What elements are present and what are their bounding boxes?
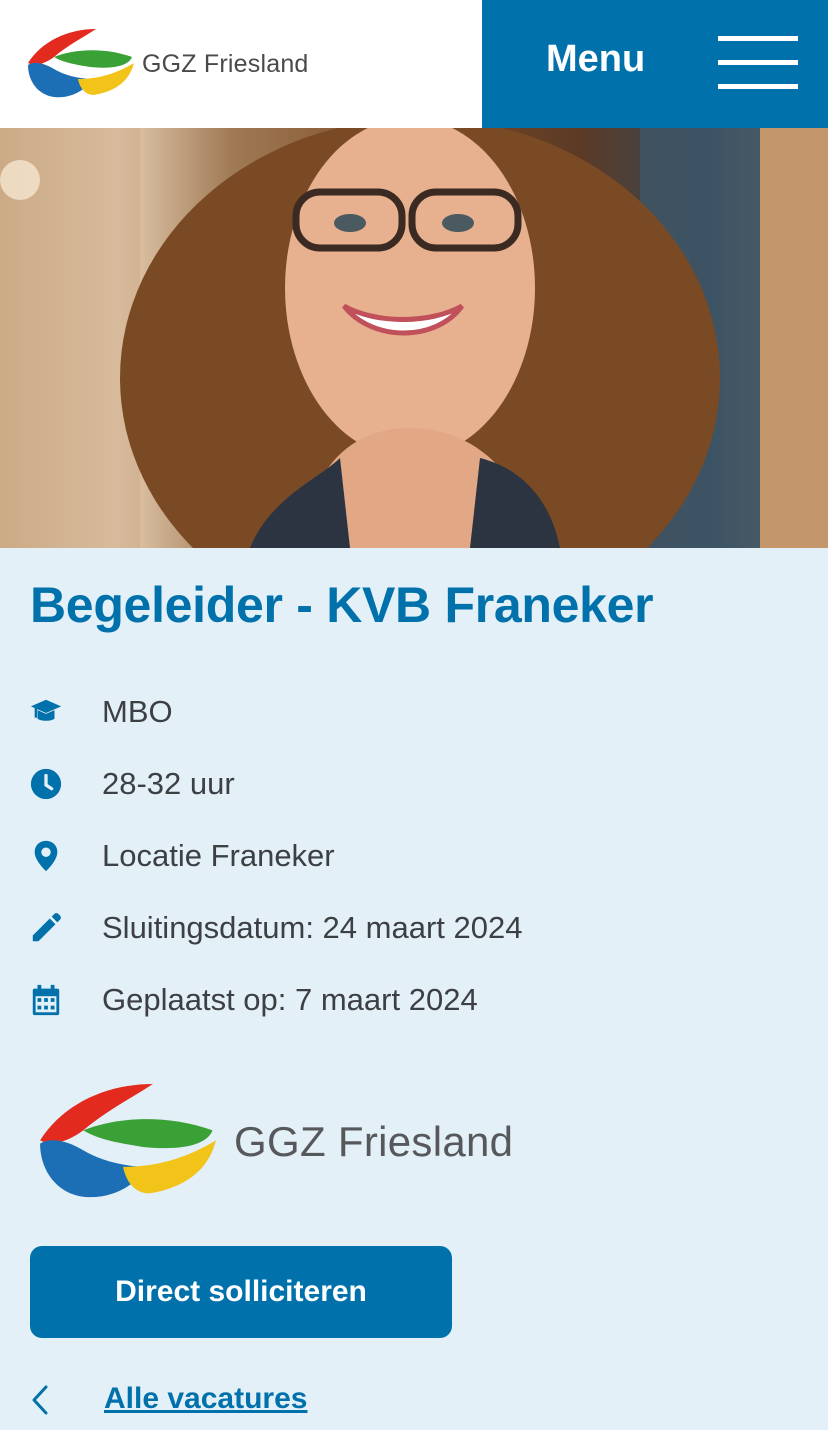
menu-button[interactable]: Menu <box>482 0 828 128</box>
job-title: Begeleider - KVB Franeker <box>30 577 654 633</box>
apply-button[interactable]: Direct solliciteren <box>30 1246 452 1338</box>
detail-hours-text: 28-32 uur <box>102 766 235 801</box>
detail-closing-date: Sluitingsdatum: 24 maart 2024 <box>28 908 522 948</box>
company-logo-text: GGZ Friesland <box>234 1118 514 1165</box>
chevron-left-icon <box>32 1385 48 1415</box>
calendar-icon <box>28 982 64 1018</box>
detail-posted-date-text: Geplaatst op: 7 maart 2024 <box>102 982 478 1017</box>
hamburger-icon <box>718 36 798 92</box>
detail-location-text: Locatie Franeker <box>102 838 335 873</box>
detail-education: MBO <box>28 692 173 732</box>
site-header: GGZ Friesland Menu <box>0 0 828 128</box>
site-logo-text: GGZ Friesland <box>142 49 309 78</box>
detail-hours: 28-32 uur <box>28 764 235 804</box>
menu-label: Menu <box>546 38 646 80</box>
ggz-logo-mark-icon <box>28 29 134 98</box>
company-logo: GGZ Friesland <box>28 1072 513 1212</box>
clock-icon <box>28 766 64 802</box>
detail-posted-date: Geplaatst op: 7 maart 2024 <box>28 980 478 1020</box>
pencil-icon <box>28 910 64 946</box>
ggz-logo-mark-large-icon <box>40 1083 216 1198</box>
detail-closing-date-text: Sluitingsdatum: 24 maart 2024 <box>102 910 523 945</box>
hero-photo <box>0 128 828 548</box>
graduation-cap-icon <box>28 694 64 730</box>
location-pin-icon <box>28 838 64 874</box>
all-vacancies-link[interactable]: Alle vacatures <box>104 1382 307 1416</box>
detail-location: Locatie Franeker <box>28 836 335 876</box>
site-logo[interactable]: GGZ Friesland <box>24 22 309 106</box>
detail-education-text: MBO <box>102 694 173 729</box>
